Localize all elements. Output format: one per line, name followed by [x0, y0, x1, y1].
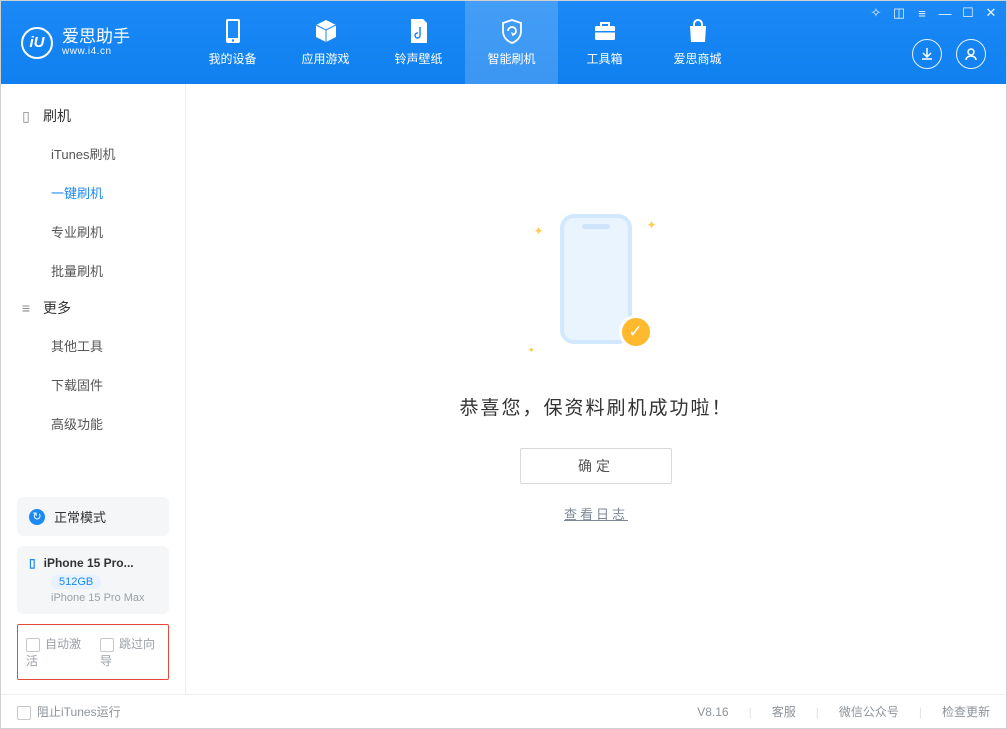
device-card[interactable]: ▯ iPhone 15 Pro... 512GB iPhone 15 Pro M… [17, 546, 169, 614]
window-controls: ✧ ◫ ≡ ― ☐ ✕ [869, 6, 998, 20]
version-label: V8.16 [697, 705, 728, 719]
menu-icon[interactable]: ≡ [915, 6, 929, 20]
sidebar: ▯ 刷机 iTunes刷机 一键刷机 专业刷机 批量刷机 ≡ 更多 其他工具 下… [1, 84, 186, 694]
nav-smart-flash[interactable]: 智能刷机 [465, 1, 558, 84]
device-fullname: iPhone 15 Pro Max [51, 592, 157, 604]
nav-store[interactable]: 爱思商城 [651, 1, 744, 84]
sparkle-icon: ✦ [647, 218, 659, 230]
nav-toolbox[interactable]: 工具箱 [558, 1, 651, 84]
sidebar-item-download-firmware[interactable]: 下载固件 [1, 365, 185, 404]
wechat-link[interactable]: 微信公众号 [839, 703, 899, 720]
logo-text: 爱思助手 www.i4.cn [62, 28, 130, 58]
mode-label: 正常模式 [54, 507, 106, 526]
ok-button[interactable]: 确定 [520, 448, 672, 484]
nav-label: 我的设备 [208, 50, 256, 67]
close-icon[interactable]: ✕ [984, 6, 998, 20]
skip-guide-checkbox[interactable]: 跳过向导 [100, 635, 160, 669]
user-icon[interactable] [956, 39, 986, 69]
sidebar-item-oneclick-flash[interactable]: 一键刷机 [1, 173, 185, 212]
nav-label: 爱思商城 [673, 50, 721, 67]
sidebar-item-pro-flash[interactable]: 专业刷机 [1, 212, 185, 251]
storage-badge: 512GB [51, 575, 101, 589]
maximize-icon[interactable]: ☐ [961, 6, 975, 20]
download-icon[interactable] [912, 39, 942, 69]
cube-icon [313, 18, 339, 44]
sync-icon: ↻ [29, 509, 45, 525]
success-illustration: ✦ ✦ ✦ ✓ [534, 214, 659, 369]
logo-area: iU 爱思助手 www.i4.cn [1, 27, 186, 59]
success-message: 恭喜您，保资料刷机成功啦！ [459, 393, 732, 420]
nav-ringtone-wallpaper[interactable]: 铃声壁纸 [372, 1, 465, 84]
group-title: 刷机 [43, 106, 71, 126]
sidebar-bottom: ↻ 正常模式 ▯ iPhone 15 Pro... 512GB iPhone 1… [1, 489, 185, 694]
sidebar-item-other-tools[interactable]: 其他工具 [1, 326, 185, 365]
nav-label: 应用游戏 [301, 50, 349, 67]
shopping-bag-icon [685, 18, 711, 44]
nav-apps-games[interactable]: 应用游戏 [279, 1, 372, 84]
sidebar-item-advanced[interactable]: 高级功能 [1, 404, 185, 443]
nav-label: 工具箱 [586, 50, 622, 67]
support-link[interactable]: 客服 [772, 703, 796, 720]
feedback-icon[interactable]: ✧ [869, 6, 883, 20]
status-bar: 阻止iTunes运行 V8.16 | 客服 | 微信公众号 | 检查更新 [1, 694, 1006, 728]
mini-mode-icon[interactable]: ◫ [892, 6, 906, 20]
main-nav: 我的设备 应用游戏 铃声壁纸 智能刷机 工具箱 爱思商城 [186, 1, 744, 84]
phone-mini-icon: ▯ [19, 109, 33, 123]
view-log-link[interactable]: 查看日志 [564, 504, 628, 523]
sparkle-icon: ✦ [534, 224, 546, 236]
group-title: 更多 [43, 298, 71, 318]
checkmark-badge-icon: ✓ [619, 315, 653, 349]
app-subtitle: www.i4.cn [62, 46, 130, 57]
minimize-icon[interactable]: ― [938, 6, 952, 20]
music-file-icon [406, 18, 432, 44]
phone-icon [220, 18, 246, 44]
refresh-shield-icon [499, 18, 525, 44]
nav-label: 铃声壁纸 [394, 50, 442, 67]
app-title: 爱思助手 [62, 28, 130, 47]
main-content: ✦ ✦ ✦ ✓ 恭喜您，保资料刷机成功啦！ 确定 查看日志 [186, 84, 1006, 694]
briefcase-icon [592, 18, 618, 44]
device-mode-chip[interactable]: ↻ 正常模式 [17, 497, 169, 536]
app-header: iU 爱思助手 www.i4.cn 我的设备 应用游戏 铃声壁纸 智能刷机 工具… [1, 1, 1006, 84]
nav-my-device[interactable]: 我的设备 [186, 1, 279, 84]
more-icon: ≡ [19, 301, 33, 315]
sidebar-group-flash[interactable]: ▯ 刷机 [1, 98, 185, 134]
auto-activate-checkbox[interactable]: 自动激活 [26, 635, 86, 669]
nav-label: 智能刷机 [487, 50, 535, 67]
device-phone-icon: ▯ [29, 556, 36, 570]
header-action-icons [912, 39, 986, 69]
device-name: iPhone 15 Pro... [44, 556, 134, 570]
footer-right: V8.16 | 客服 | 微信公众号 | 检查更新 [697, 703, 990, 720]
highlighted-options: 自动激活 跳过向导 [17, 624, 169, 680]
app-logo-icon: iU [21, 27, 53, 59]
block-itunes-checkbox[interactable]: 阻止iTunes运行 [17, 703, 121, 720]
check-update-link[interactable]: 检查更新 [942, 703, 990, 720]
sidebar-item-batch-flash[interactable]: 批量刷机 [1, 251, 185, 290]
sidebar-group-more[interactable]: ≡ 更多 [1, 290, 185, 326]
sparkle-icon: ✦ [528, 345, 540, 357]
sidebar-item-itunes-flash[interactable]: iTunes刷机 [1, 134, 185, 173]
app-body: ▯ 刷机 iTunes刷机 一键刷机 专业刷机 批量刷机 ≡ 更多 其他工具 下… [1, 84, 1006, 694]
